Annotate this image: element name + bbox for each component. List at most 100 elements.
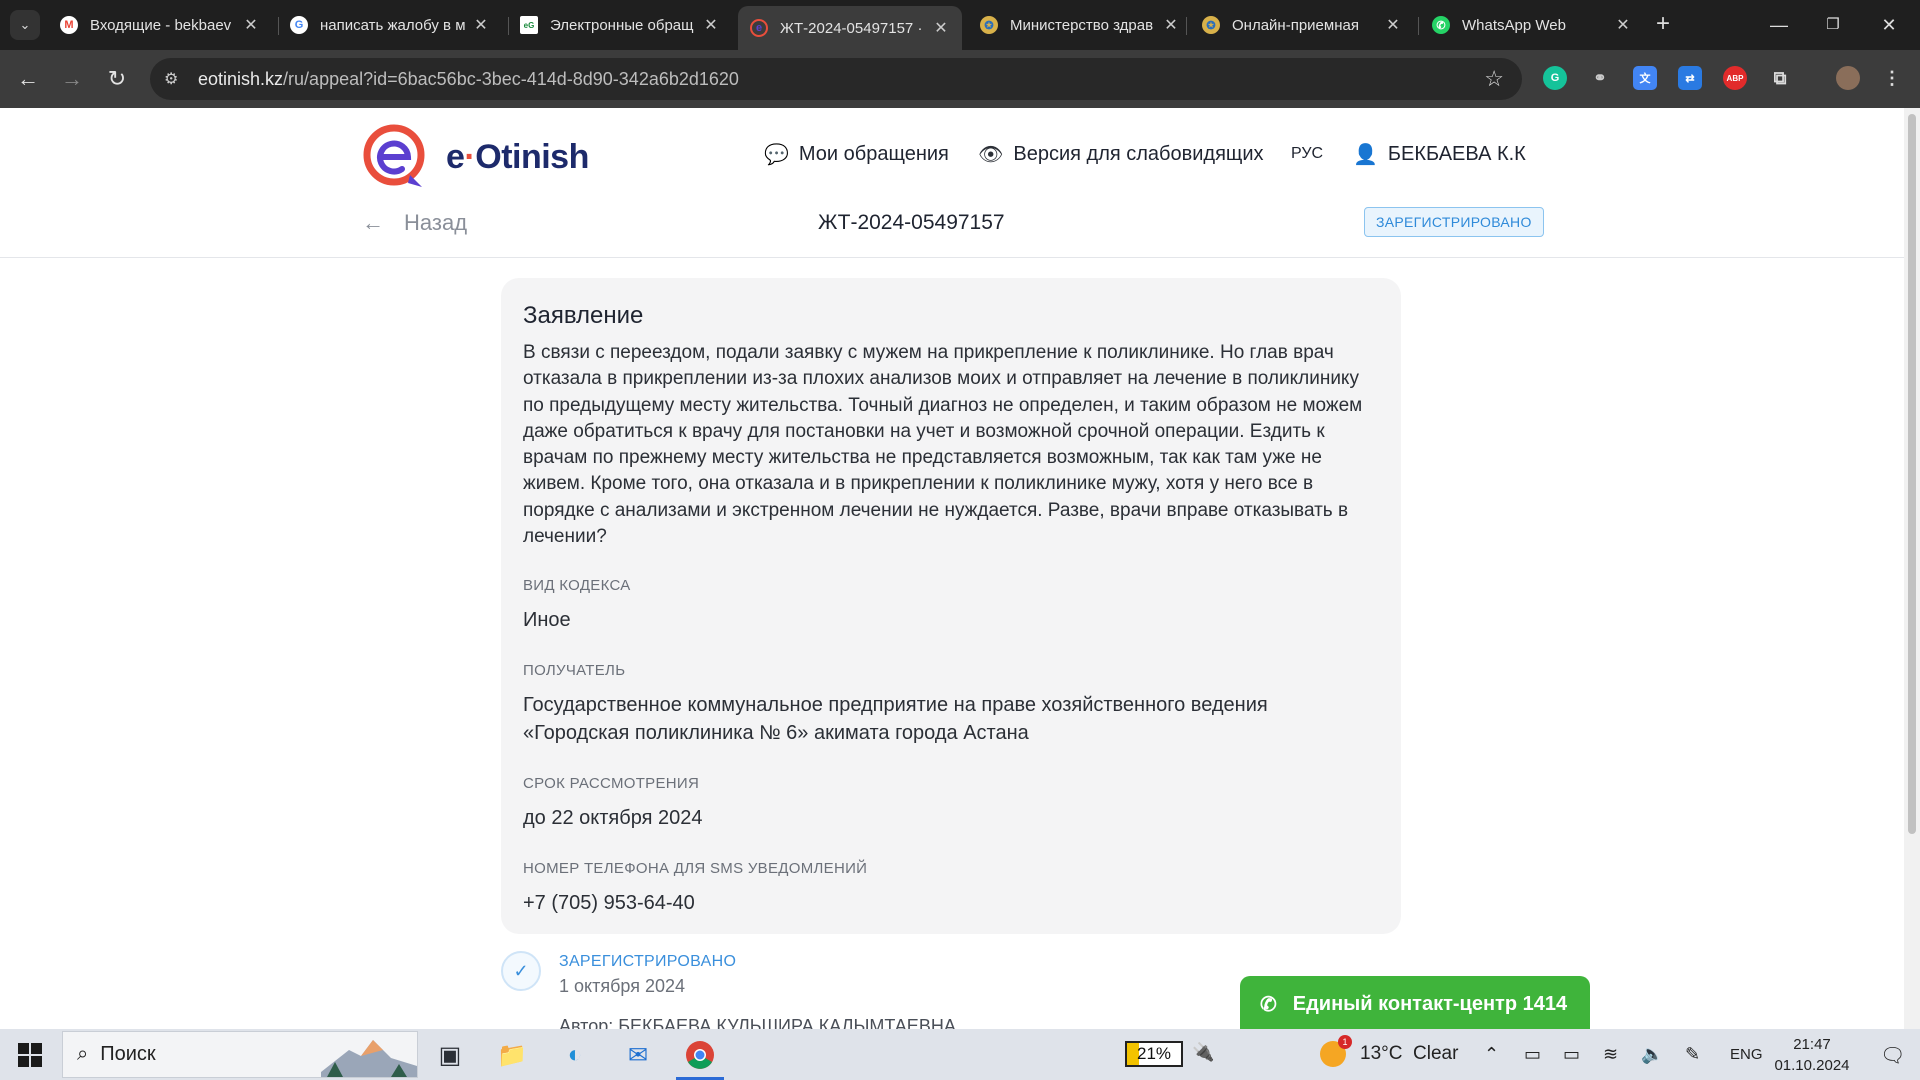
sms-phone-label: НОМЕР ТЕЛЕФОНА ДЛЯ SMS УВЕДОМЛЕНИЙ (523, 860, 868, 878)
sms-phone-value: +7 (705) 953-64-40 (523, 892, 695, 915)
profile-avatar[interactable] (1836, 66, 1860, 90)
nav-my-appeals[interactable]: 💬 Мои обращения (764, 142, 949, 167)
egov-icon: eG (520, 16, 538, 34)
recipient-label: ПОЛУЧАТЕЛЬ (523, 662, 626, 680)
close-icon[interactable]: ✕ (1614, 15, 1632, 35)
close-icon[interactable]: ✕ (1162, 15, 1180, 35)
task-view-icon[interactable]: ▣ (432, 1037, 468, 1073)
taskbar-clock[interactable]: 21:47 01.10.2024 (1770, 1034, 1854, 1076)
timeline-status: ЗАРЕГИСТРИРОВАНО (559, 953, 737, 970)
file-explorer-icon[interactable]: 📁 (494, 1037, 530, 1073)
eotinish-logo[interactable] (362, 123, 430, 191)
chrome-taskbar-icon[interactable] (676, 1037, 724, 1080)
chat-bubble-icon: 💬 (764, 144, 789, 166)
restore-button[interactable]: ❐ (1810, 10, 1856, 40)
clock-time: 21:47 (1793, 1036, 1831, 1053)
taskbar-search[interactable]: ⌕ Поиск (62, 1031, 418, 1078)
user-profile-menu[interactable]: 👤 БЕКБАЕВА К.К (1353, 142, 1526, 167)
bookmark-star-icon[interactable]: ☆ (1484, 66, 1504, 92)
statement-card: Заявление В связи с переездом, подали за… (501, 278, 1401, 934)
page-scrollbar[interactable] (1904, 108, 1920, 1029)
share-icon[interactable]: ⇄ (1678, 66, 1702, 90)
close-icon[interactable]: ✕ (242, 15, 260, 35)
language-switcher[interactable]: РУС (1291, 145, 1323, 163)
tab-title: Электронные обращ (550, 16, 694, 34)
close-icon[interactable]: ✕ (932, 18, 950, 38)
windows-taskbar: ⌕ Поиск ▣ 📁 ◐ ✉ 21% 🔌 1 13°C Clear ⌃ ▭ ▭… (0, 1029, 1920, 1080)
scrollbar-thumb[interactable] (1908, 114, 1916, 834)
chevron-up-icon[interactable]: ⌃ (1484, 1044, 1499, 1065)
search-icon: ⌕ (77, 1043, 89, 1065)
check-icon: ✓ (501, 951, 541, 991)
volume-icon[interactable]: 🔈 (1641, 1044, 1663, 1065)
google-icon: G (290, 16, 308, 34)
deadline-value: до 22 октября 2024 (523, 807, 703, 830)
code-type-label: ВИД КОДЕКСА (523, 577, 631, 595)
tab-egov[interactable]: eG Электронные обращ ✕ (508, 6, 732, 44)
timeline-author: Автор: БЕКБАЕВА КУЛЬШИРА КАЛЫМТАЕВНА (559, 1016, 956, 1029)
page-viewport: e·Otinish 💬 Мои обращения 👁 Версия для с… (0, 108, 1904, 1029)
close-icon[interactable]: ✕ (472, 15, 490, 35)
window-close-button[interactable]: ✕ (1866, 10, 1912, 40)
mail-icon[interactable]: ✉ (620, 1037, 656, 1073)
minimize-button[interactable]: — (1756, 10, 1802, 40)
forward-arrow-icon[interactable]: → (57, 64, 87, 94)
statement-text: В связи с переездом, подали заявку с муж… (523, 342, 1363, 548)
tab-online-reception[interactable]: ✪ Онлайн-приемная ✕ (1190, 6, 1414, 44)
header-divider (0, 257, 1904, 258)
whatsapp-icon: ✆ (1432, 16, 1450, 34)
charging-plug-icon: 🔌 (1192, 1042, 1215, 1062)
clock-date: 01.10.2024 (1774, 1057, 1850, 1074)
eotinish-icon: e (750, 19, 768, 37)
abp-icon[interactable]: ABP (1723, 66, 1747, 90)
tab-ministry-health[interactable]: ✪ Министерство здрав ✕ (968, 6, 1192, 44)
tab-title: WhatsApp Web (1462, 16, 1566, 34)
chrome-menu-icon[interactable]: ⋮ (1880, 66, 1904, 90)
reload-icon[interactable]: ↻ (102, 64, 132, 94)
contact-center-button[interactable]: ✆ Единый контакт-центр 1414 (1240, 976, 1590, 1029)
tab-title: Онлайн-приемная (1232, 16, 1359, 34)
back-arrow-icon: ← (362, 210, 384, 235)
tab-search-button[interactable]: ⌄ (10, 10, 40, 40)
extensions-icon[interactable]: ⧉ (1768, 66, 1792, 90)
emblem-icon: ✪ (1202, 16, 1220, 34)
translate-icon[interactable]: 文 (1633, 66, 1657, 90)
site-settings-icon[interactable]: ⚙ (164, 69, 186, 89)
tab-title: написать жалобу в м (320, 16, 466, 34)
new-tab-button[interactable]: + (1650, 12, 1676, 38)
tab-gmail[interactable]: M Входящие - bekbaev ✕ (48, 6, 272, 44)
weather-widget[interactable]: 1 13°C Clear (1320, 1035, 1458, 1067)
notifications-icon[interactable]: 🗨 (1880, 1043, 1905, 1068)
wifi-icon[interactable]: ≋ (1603, 1044, 1618, 1065)
status-badge: ЗАРЕГИСТРИРОВАНО (1364, 207, 1544, 237)
gmail-icon: M (60, 16, 78, 34)
battery-indicator[interactable]: 21% (1125, 1041, 1183, 1067)
recipient-value: Государственное коммунальное предприятие… (523, 694, 1268, 745)
pen-icon[interactable]: ✎ (1685, 1044, 1700, 1065)
search-highlight-image (321, 1040, 417, 1077)
close-icon[interactable]: ✕ (702, 15, 720, 35)
tab-title: Министерство здрав (1010, 16, 1154, 34)
emblem-icon: ✪ (980, 16, 998, 34)
tab-google-search[interactable]: G написать жалобу в м ✕ (278, 6, 502, 44)
input-language[interactable]: ENG (1730, 1046, 1763, 1063)
windows-start-icon[interactable] (18, 1043, 42, 1067)
grammarly-icon[interactable]: G (1543, 66, 1567, 90)
edge-icon[interactable]: ◐ (557, 1037, 593, 1073)
weather-sun-icon: 1 (1320, 1035, 1352, 1067)
nav-accessible-version[interactable]: 👁 Версия для слабовидящих (978, 142, 1264, 167)
address-bar[interactable]: ⚙ eotinish.kz/ru/appeal?id=6bac56bc-3bec… (150, 58, 1522, 100)
tab-title: Входящие - bekbaev (90, 16, 232, 34)
tab-eotinish-appeal[interactable]: e ЖТ-2024-05497157 · ✕ (738, 6, 962, 50)
puzzle-link-icon[interactable]: ⚭ (1588, 66, 1612, 90)
meet-now-icon[interactable]: ▭ (1524, 1044, 1541, 1065)
phone-icon: ✆ (1260, 993, 1277, 1016)
battery-tray-icon[interactable]: ▭ (1563, 1044, 1580, 1065)
back-link[interactable]: ← Назад (362, 210, 467, 236)
back-arrow-icon[interactable]: ← (13, 64, 43, 94)
tab-whatsapp[interactable]: ✆ WhatsApp Web ✕ (1420, 6, 1644, 44)
close-icon[interactable]: ✕ (1384, 15, 1402, 35)
eye-icon: 👁 (978, 144, 1004, 166)
tab-separator (1186, 17, 1187, 35)
weather-alert-badge: 1 (1338, 1035, 1352, 1049)
